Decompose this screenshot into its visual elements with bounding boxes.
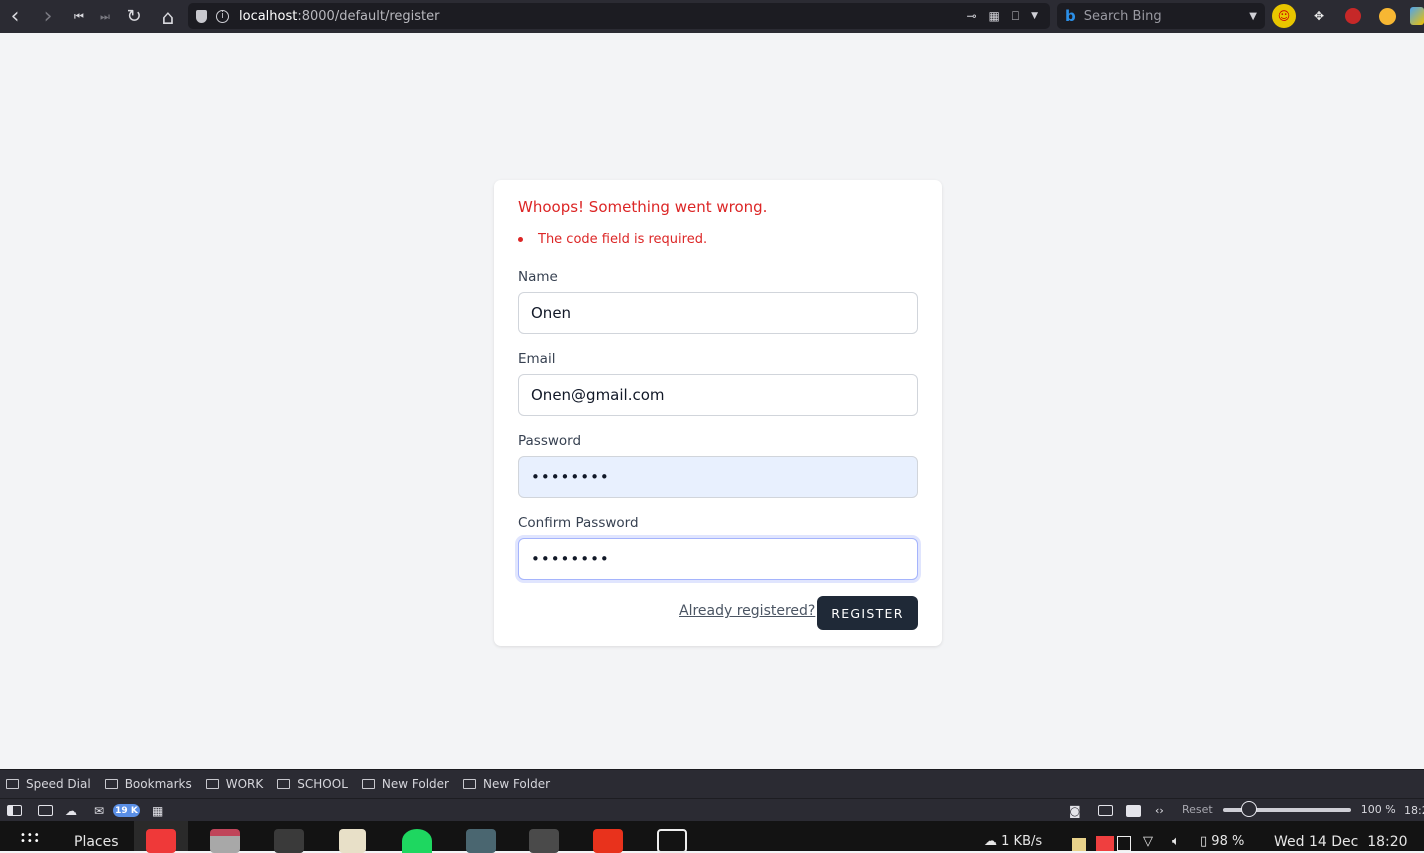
ublock-extension-icon[interactable] [1341, 4, 1365, 28]
bookmark-icon[interactable]: ⎕ [1012, 9, 1019, 24]
bookmark-folder-work[interactable]: WORK [205, 777, 263, 791]
screenshot-icon[interactable]: ◙ [1069, 804, 1081, 818]
rewind-icon: ⏮ [74, 9, 84, 23]
url-host: localhost [239, 8, 298, 24]
volume-icon[interactable]: 🔈︎ [1172, 834, 1180, 849]
search-engine-dropdown-icon[interactable]: ▼ [1249, 11, 1257, 22]
chevron-left-icon: ‹ [10, 4, 20, 29]
key-icon[interactable]: ⊸ [966, 9, 976, 23]
name-label: Name [518, 269, 558, 285]
folder-icon [6, 779, 19, 789]
bookmark-folder-school[interactable]: SCHOOL [277, 777, 348, 791]
cloud-sync-icon[interactable]: ☁ [65, 804, 77, 818]
error-list-item: The code field is required. [518, 232, 707, 247]
error-title: Whoops! Something went wrong. [518, 198, 768, 216]
vivaldi-app-icon[interactable] [146, 829, 176, 853]
already-registered-link[interactable]: Already registered? [679, 603, 815, 619]
bookmarks-bar: Speed Dial Bookmarks WORK SCHOOL New Fol… [0, 769, 1424, 798]
whatsapp-app-icon[interactable] [466, 829, 496, 853]
reload-button[interactable]: ↻ [119, 2, 149, 32]
sublime-app-icon[interactable] [529, 829, 559, 853]
home-button[interactable]: ⌂ [153, 2, 183, 32]
bookmark-folder-bookmarks[interactable]: Bookmarks [104, 777, 192, 791]
browser-statusbar: ☁ ✉ 19 K ▦ ◙ ‹› Reset 100 % 18:2 [0, 798, 1424, 821]
panel-toggle-icon[interactable] [7, 805, 22, 816]
datetime[interactable]: Wed 14 Dec 18:20 [1274, 834, 1408, 850]
zoom-slider[interactable] [1222, 800, 1351, 817]
folder-icon [277, 779, 291, 789]
app-grid-icon[interactable]: ••• ••• [20, 831, 41, 847]
fastforward-icon: ⏭ [100, 9, 110, 23]
spotify-app-icon[interactable] [402, 829, 432, 853]
calendar-icon[interactable]: ▦ [152, 804, 163, 818]
terminal-app-icon[interactable] [274, 829, 304, 853]
url-path: :8000/default/register [297, 8, 440, 24]
zoom-slider-knob[interactable] [1240, 800, 1257, 817]
window-icon[interactable] [1098, 805, 1113, 816]
tab-tiling-icon[interactable] [38, 805, 53, 816]
forward-button[interactable]: › [33, 2, 63, 32]
chevron-right-icon: › [43, 4, 53, 29]
bookmark-folder-new-folder-2[interactable]: New Folder [462, 777, 550, 791]
wps-office-app-icon[interactable] [593, 829, 623, 853]
email-label: Email [518, 351, 556, 367]
search-placeholder: Search Bing [1083, 8, 1162, 24]
bing-icon: b [1065, 7, 1076, 25]
anydesk-tray-icon[interactable] [1096, 836, 1114, 851]
folder-icon [205, 779, 219, 789]
home-icon: ⌂ [161, 4, 175, 29]
mail-count-badge: 19 K [113, 804, 140, 817]
dropdown-icon[interactable]: ▼ [1031, 11, 1038, 21]
rhythmbox-app-icon[interactable] [339, 829, 366, 853]
confirm-password-input[interactable]: •••••••• [518, 538, 918, 580]
os-taskbar: ••• ••• Places ☁ 1 KB/s ▽ 🔈︎ ▯ 98 % Wed 1… [0, 821, 1424, 853]
bookmark-folder-new-folder[interactable]: New Folder [361, 777, 449, 791]
folder-icon [104, 779, 118, 789]
address-bar[interactable]: i localhost:8000/default/register ⊸ ▦ ⎕ … [188, 3, 1050, 29]
folder-icon [462, 779, 476, 789]
browser-toolbar: ‹ › ⏮ ⏭ ↻ ⌂ i localhost:8000/default/reg… [0, 0, 1424, 33]
notes-tray-icon[interactable] [1072, 838, 1086, 851]
confirm-password-label: Confirm Password [518, 515, 639, 531]
wifi-icon[interactable]: ▽ [1143, 834, 1153, 849]
qr-code-icon[interactable]: ▦ [989, 9, 1000, 23]
zoom-reset-button[interactable]: Reset [1182, 803, 1213, 816]
image-icon[interactable] [1126, 805, 1141, 817]
statusbar-clock: 18:2 [1404, 804, 1424, 817]
gnome-extension-icon[interactable]: ✥ [1307, 4, 1331, 28]
zoom-percent: 100 % [1360, 803, 1396, 816]
network-speed: ☁ 1 KB/s [984, 834, 1043, 849]
folder-icon [361, 779, 375, 789]
zoom-control: Reset 100 % [1182, 800, 1396, 817]
name-input[interactable]: Onen [518, 292, 918, 334]
bullet-icon [518, 237, 523, 242]
mail-icon[interactable]: ✉ [94, 804, 104, 818]
extension-icon[interactable] [1410, 7, 1424, 25]
reload-icon: ↻ [126, 6, 142, 27]
search-bar[interactable]: b Search Bing ▼ [1057, 3, 1265, 29]
password-label: Password [518, 433, 582, 449]
shield-icon [196, 9, 207, 23]
email-input[interactable]: Onen@gmail.com [518, 374, 918, 416]
places-menu[interactable]: Places [74, 834, 119, 850]
register-card: Whoops! Something went wrong. The code f… [494, 180, 942, 646]
page-content: Whoops! Something went wrong. The code f… [0, 33, 1424, 769]
battery-indicator[interactable]: ▯ 98 % [1200, 834, 1244, 849]
emoji-extension-icon[interactable]: ☺ [1272, 4, 1296, 28]
register-button[interactable]: REGISTER [817, 596, 918, 630]
files-app-icon[interactable] [210, 829, 240, 853]
display-tray-icon[interactable] [1117, 836, 1131, 851]
bookmark-folder-speed-dial[interactable]: Speed Dial [6, 777, 91, 791]
password-input[interactable]: •••••••• [518, 456, 918, 498]
back-button[interactable]: ‹ [0, 2, 30, 32]
code-icon[interactable]: ‹› [1155, 804, 1164, 817]
window-switcher-icon[interactable] [657, 829, 687, 853]
info-icon: i [216, 9, 229, 23]
fastforward-button[interactable]: ⏭ [90, 2, 120, 32]
orange-extension-icon[interactable] [1375, 4, 1399, 28]
error-message: The code field is required. [538, 232, 708, 247]
